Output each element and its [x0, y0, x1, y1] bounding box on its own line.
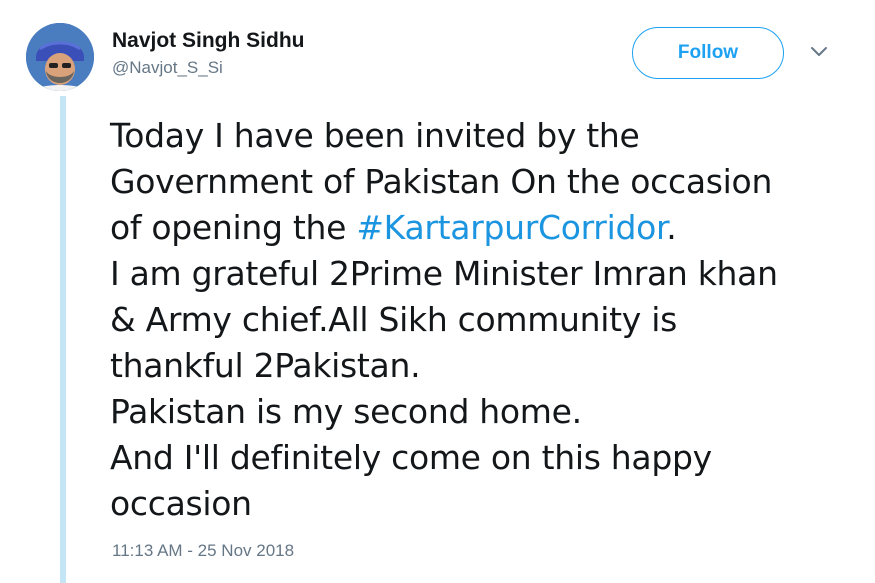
tweet-text: Today I have been invited by the Governm…: [110, 113, 860, 527]
tweet-timestamp[interactable]: 11:13 AM - 25 Nov 2018: [112, 541, 294, 561]
tweet-line: Pakistan is my second home.: [110, 392, 582, 431]
tweet-line: of opening the #KartarpurCorridor.: [110, 205, 860, 251]
author-name[interactable]: Navjot Singh Sidhu: [112, 28, 305, 54]
avatar[interactable]: [26, 23, 94, 91]
tweet-line: thankful 2Pakistan.: [110, 346, 421, 385]
tweet-line: Government of Pakistan On the occasion: [110, 162, 773, 201]
author-handle[interactable]: @Navjot_S_Si: [112, 56, 305, 80]
follow-button[interactable]: Follow: [632, 27, 784, 79]
chevron-down-icon[interactable]: [808, 44, 830, 60]
tweet-card: Navjot Singh Sidhu @Navjot_S_Si Follow T…: [0, 0, 875, 583]
tweet-line: & Army chief.All Sikh community is: [110, 300, 677, 339]
tweet-line: And I'll definitely come on this happy: [110, 438, 712, 477]
tweet-text-segment: of opening the: [110, 208, 357, 247]
author-block: Navjot Singh Sidhu @Navjot_S_Si: [112, 28, 305, 80]
tweet-text-segment: .: [666, 208, 677, 247]
thread-line: [60, 96, 66, 583]
hashtag-link[interactable]: #KartarpurCorridor: [356, 208, 666, 247]
tweet-line: occasion: [110, 484, 252, 523]
tweet-line: I am grateful 2Prime Minister Imran khan: [110, 254, 778, 293]
tweet-line: Today I have been invited by the: [110, 116, 640, 155]
